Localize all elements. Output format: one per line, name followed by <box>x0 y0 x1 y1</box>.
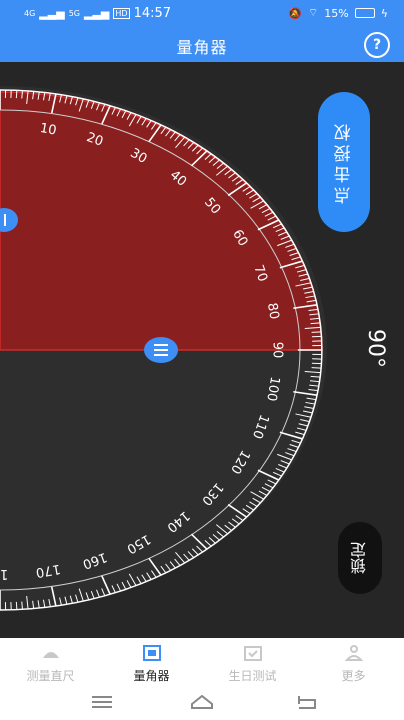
charging-icon: ϟ <box>380 6 388 20</box>
status-left: 4G ▂▃▅ 5G ▂▃▅ HD 14:57 <box>24 6 171 21</box>
signal-5g-label: 5G <box>68 9 80 18</box>
tick-label: 10 <box>39 121 58 139</box>
tab-birthday-label: 生日测试 <box>228 669 277 683</box>
tab-ruler-label: 测量直尺 <box>26 669 75 683</box>
tick-mark <box>15 90 18 99</box>
tab-birthday[interactable]: 生日测试 <box>202 638 303 686</box>
bottom-tab-bar: 测量直尺 量角器 生日测试 更多 <box>0 638 404 686</box>
hd-badge: HD <box>113 8 130 19</box>
signal-icon: ▂▃▅ <box>39 7 65 20</box>
system-nav-bar <box>0 686 404 720</box>
page-title: 量角器 <box>176 38 228 57</box>
authorize-button[interactable]: 点击授权 <box>318 92 370 232</box>
title-bar: 量角器 ? <box>0 26 404 62</box>
menu-nav-icon[interactable] <box>90 692 114 712</box>
tick-mark <box>311 331 322 333</box>
protractor-icon <box>142 645 161 661</box>
angle-readout: 90° <box>363 329 388 368</box>
tick-label: 90 <box>269 342 284 359</box>
status-time: 14:57 <box>133 6 172 21</box>
tab-more-label: 更多 <box>341 669 366 683</box>
tick-mark <box>21 90 23 99</box>
ruler-icon <box>42 652 59 658</box>
mute-icon: 🔕 <box>288 6 302 20</box>
bottom-handle[interactable] <box>144 337 178 363</box>
tab-protractor[interactable]: 量角器 <box>101 638 202 686</box>
tab-more[interactable]: 更多 <box>303 638 404 686</box>
help-button[interactable]: ? <box>364 32 390 58</box>
status-right: 🔕 ⌔ 15% ϟ <box>288 6 388 20</box>
tick-mark <box>21 601 23 610</box>
tick-mark <box>311 367 322 369</box>
signal-icon-2: ▂▃▅ <box>83 7 110 20</box>
back-nav-icon[interactable] <box>295 692 319 712</box>
battery-icon <box>354 8 375 18</box>
battery-percent: 15% <box>324 6 349 20</box>
tick-label: 18 <box>0 566 8 581</box>
status-bar: 4G ▂▃▅ 5G ▂▃▅ HD 14:57 🔕 ⌔ 15% ϟ <box>0 0 404 26</box>
more-icon <box>344 645 363 661</box>
calendar-icon <box>243 646 262 661</box>
home-nav-icon[interactable] <box>190 692 214 712</box>
tick-label: 80 <box>264 302 282 321</box>
lock-button[interactable]: 锁定 <box>338 522 382 594</box>
signal-4g-label: 4G <box>24 9 36 18</box>
tab-ruler[interactable]: 测量直尺 <box>0 638 101 686</box>
tab-protractor-label: 量角器 <box>133 669 170 683</box>
wifi-icon: ⌔ <box>307 6 319 19</box>
tick-mark <box>15 601 18 610</box>
